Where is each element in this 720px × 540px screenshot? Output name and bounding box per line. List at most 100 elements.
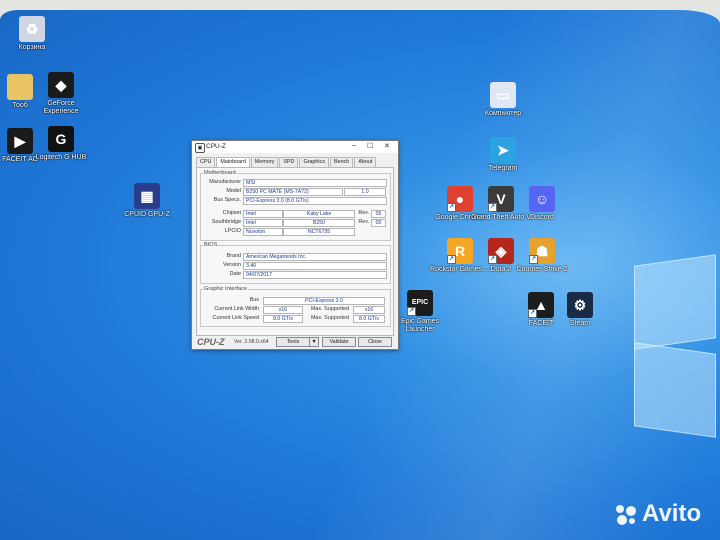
busspecs-label: Bus Specs. [213, 197, 241, 203]
chipset-rev: 05 [371, 210, 386, 218]
tab-spd[interactable]: SPD [279, 157, 299, 167]
desktop-icon-logitech[interactable]: G Logitech G HUB [31, 126, 91, 162]
manufacturer-value: MSI [243, 179, 387, 187]
shortcut-arrow-icon: ↗ [488, 203, 497, 212]
desktop-icon-discord[interactable]: ☺ Discord [512, 186, 572, 222]
date-label: Date [229, 271, 241, 277]
cpuid-icon: ▦ [134, 183, 160, 209]
desktop-icon-cpuid[interactable]: ▦ CPUID GPU-Z [117, 183, 177, 219]
discord-icon: ☺ [529, 186, 555, 212]
chipset-rev-label: Rev. [358, 210, 369, 216]
desktop-icon-label: Компьютер [484, 110, 522, 117]
model-value: B250 PC MATE (MS-7A72) [243, 188, 343, 196]
southbridge-name: B250 [283, 219, 355, 227]
tab-bar: CPU Mainboard Memory SPD Graphics Bench … [196, 157, 377, 167]
bus-label: Bus [249, 297, 259, 303]
epic-icon: EPIC ↗ [407, 290, 433, 316]
date-value: 04/07/2017 [243, 271, 387, 279]
cpuz-window[interactable]: ▣ CPU-Z – ☐ ✕ CPU Mainboard Memory SPD G… [191, 140, 399, 350]
window-title: CPU-Z [206, 143, 226, 150]
current-link-speed-label: Current Link Speed [212, 315, 259, 321]
tools-button[interactable]: Tools [276, 337, 310, 347]
tab-graphics[interactable]: Graphics [299, 157, 330, 167]
model-rev-value: 1.0 [344, 188, 386, 196]
bus-value: PCI-Express 3.0 [263, 297, 385, 305]
graphic-interface-group: Graphic Interface Bus PCI-Express 3.0 Cu… [200, 286, 391, 327]
geforce-icon: ◆ [48, 72, 74, 98]
desktop-icon-label: Logitech G HUB [35, 154, 87, 161]
rockstar-icon: R ↗ [447, 238, 473, 264]
desktop-icon-label: GeForce Experience [43, 100, 79, 115]
brand-label: Brand [226, 253, 241, 259]
max-supported-speed-value: 8.0 GT/s [353, 315, 385, 323]
chrome-icon: ● ↗ [447, 186, 473, 212]
chipset-label: Chipset [222, 210, 241, 216]
desktop-icon-computer[interactable]: ▭ Компьютер [473, 82, 533, 118]
southbridge-vendor: Intel [243, 219, 283, 227]
desktop-icon-steam[interactable]: ⚙ Steam [550, 292, 610, 328]
current-link-width-value: x16 [263, 306, 303, 314]
minimize-button[interactable]: – [352, 142, 356, 149]
lpcio-label: LPCIO [224, 228, 241, 234]
tab-memory[interactable]: Memory [250, 157, 279, 167]
desktop-icon-label: Counter-Strike 2 [516, 266, 568, 273]
cpuz-app-icon: ▣ [195, 143, 205, 153]
chipset-vendor: Intel [243, 210, 283, 218]
desktop-icon-label: Корзина [18, 44, 46, 51]
shortcut-arrow-icon: ↗ [528, 309, 537, 318]
brand-value: American Megatrends Inc. [243, 253, 387, 261]
southbridge-rev: 00 [371, 219, 386, 227]
close-window-button[interactable]: ✕ [384, 142, 390, 150]
bios-group: BIOS Brand American Megatrends Inc. Vers… [200, 242, 391, 284]
dota-icon: ◈ ↗ [488, 238, 514, 264]
recycle-icon: ♻ [19, 16, 45, 42]
group-label: Graphic Interface [203, 286, 248, 292]
titlebar[interactable]: ▣ CPU-Z – ☐ ✕ [192, 141, 398, 153]
shortcut-arrow-icon: ↗ [529, 255, 538, 264]
tab-about[interactable]: About [354, 157, 377, 167]
desktop-icon-label: Epic Games Launcher [400, 318, 440, 333]
shortcut-arrow-icon: ↗ [488, 255, 497, 264]
max-supported-width-value: x16 [353, 306, 385, 314]
busspecs-value: PCI-Express 3.0 (8.0 GT/s) [243, 197, 387, 205]
shortcut-arrow-icon: ↗ [447, 203, 456, 212]
max-supported-width-label: Max. Supported [310, 306, 349, 312]
desktop-icon-label: Discord [530, 214, 554, 221]
tab-mainboard[interactable]: Mainboard [216, 157, 250, 167]
folder-icon [7, 74, 33, 100]
mainboard-panel: Motherboard Manufacturer MSI Model B250 … [196, 167, 394, 336]
lpcio-name: NCT6795 [283, 228, 355, 236]
avito-logo-icon [614, 503, 638, 527]
version-text: Ver. 2.08.0.x64 [234, 339, 269, 345]
southbridge-label: Southbridge [211, 219, 241, 225]
shortcut-arrow-icon: ↗ [407, 307, 416, 316]
cs-icon: ☗ ↗ [529, 238, 555, 264]
validate-button[interactable]: Validate [322, 337, 356, 347]
max-supported-speed-label: Max. Supported [310, 315, 349, 321]
desktop-icon-label: Steam [569, 320, 591, 327]
desktop-icon-geforce[interactable]: ◆ GeForce Experience [31, 72, 91, 116]
avito-watermark: Avito [642, 500, 702, 527]
lpcio-vendor: Nuvoton [243, 228, 283, 236]
shortcut-arrow-icon: ↗ [447, 255, 456, 264]
desktop-icon-label: Telegram [488, 165, 518, 172]
desktop-icon-label: CPUID GPU-Z [124, 211, 170, 218]
telegram-icon: ➤ [490, 137, 516, 163]
tab-bench[interactable]: Bench [330, 157, 354, 167]
current-link-width-label: Current Link Width [214, 306, 259, 312]
tab-cpu[interactable]: CPU [196, 157, 216, 167]
cpuz-logo: CPU-Z [197, 337, 225, 347]
desktop-icon-telegram[interactable]: ➤ Telegram [473, 137, 533, 173]
close-button[interactable]: Close [358, 337, 392, 347]
steam-icon: ⚙ [567, 292, 593, 318]
model-label: Model [226, 188, 241, 194]
version-label: Version [223, 262, 241, 268]
desktop-icon-cs[interactable]: ☗ ↗ Counter-Strike 2 [512, 238, 572, 274]
maximize-button[interactable]: ☐ [367, 142, 373, 150]
tools-dropdown-icon[interactable]: ▼ [309, 337, 319, 347]
windows-logo-wallpaper [630, 250, 720, 440]
desktop-icon-epic[interactable]: EPIC ↗ Epic Games Launcher [390, 290, 450, 334]
chipset-name: Kaby Lake [283, 210, 355, 218]
desktop-icon-recycle[interactable]: ♻ Корзина [2, 16, 62, 52]
gta-icon: V ↗ [488, 186, 514, 212]
